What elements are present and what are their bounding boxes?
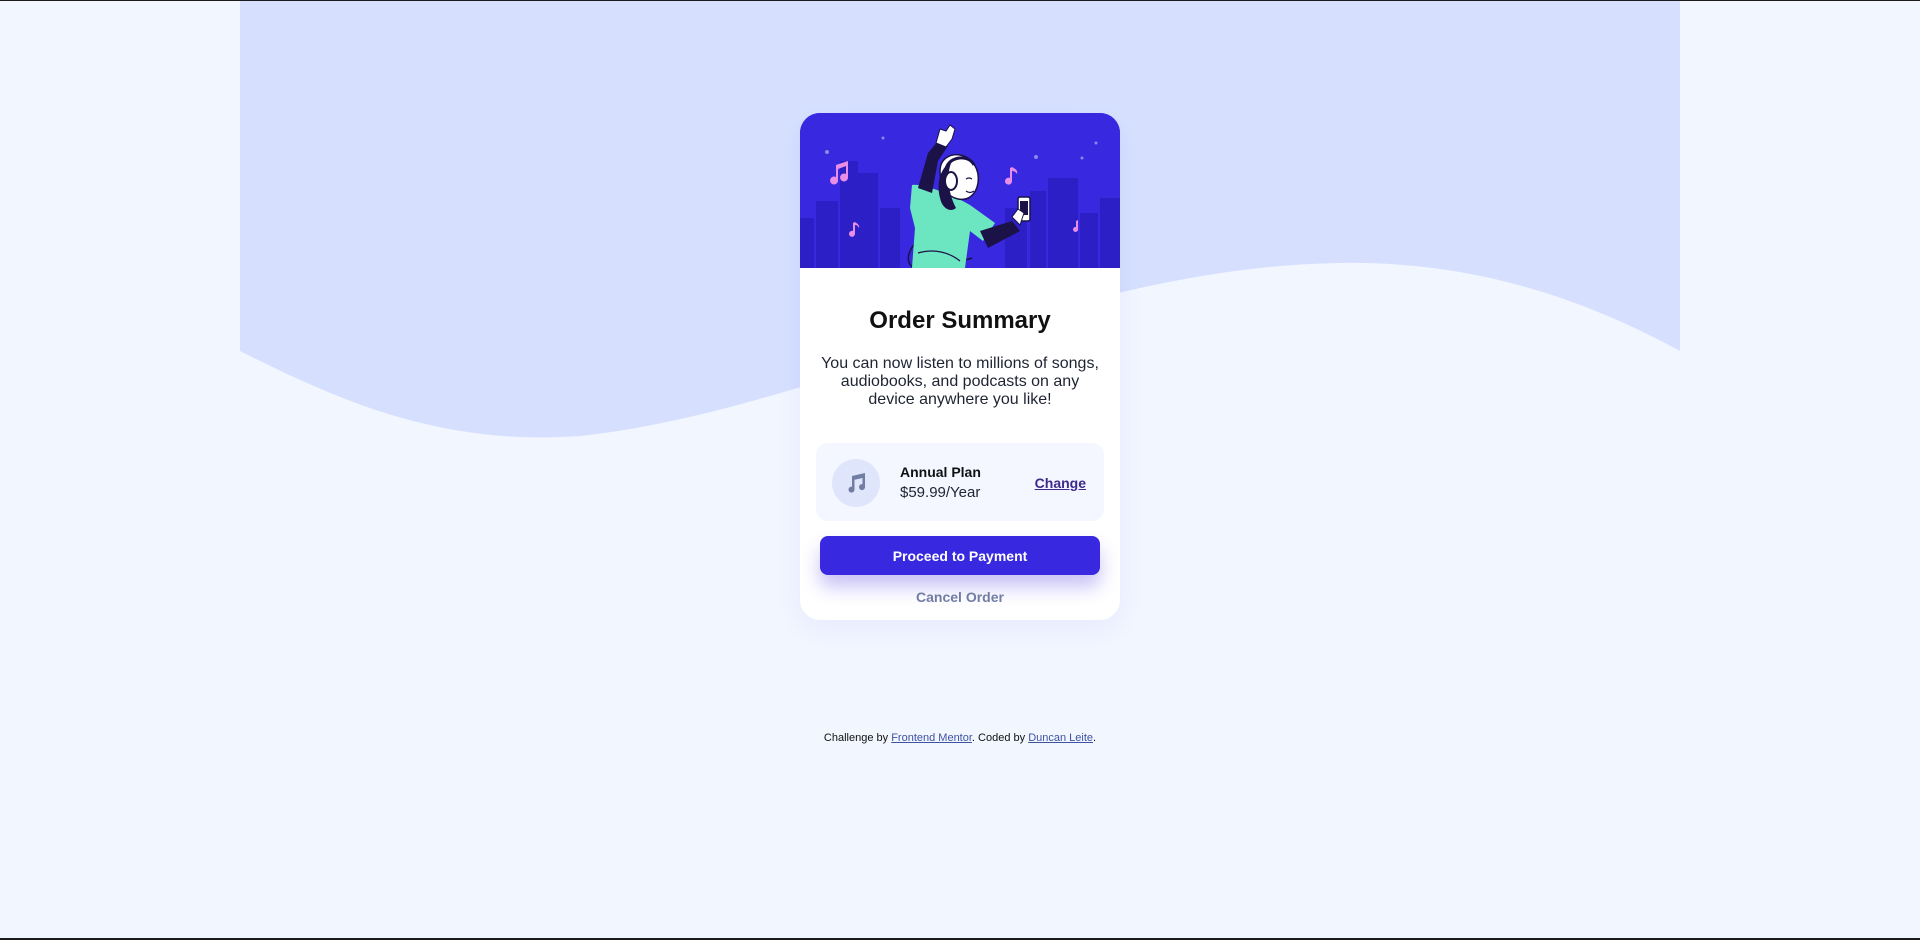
proceed-to-payment-button[interactable]: Proceed to Payment — [820, 536, 1100, 575]
attribution-middle: . Coded by — [971, 732, 1029, 744]
music-listener-illustration — [800, 113, 1120, 268]
attribution-prefix: Challenge by — [823, 732, 892, 744]
author-link[interactable]: Duncan Leite — [1028, 732, 1093, 744]
plan-price: $59.99/Year — [900, 484, 981, 501]
frontend-mentor-link[interactable]: Frontend Mentor — [891, 732, 972, 744]
hero-illustration — [800, 113, 1120, 268]
page-title: Order Summary — [869, 307, 1051, 334]
change-plan-link[interactable]: Change — [1035, 475, 1086, 491]
music-note-icon — [832, 459, 880, 507]
plan-name: Annual Plan — [900, 464, 981, 480]
order-summary-card: Order Summary You can now listen to mill… — [800, 113, 1120, 620]
attribution-suffix: . — [1093, 732, 1097, 744]
plan-summary-box: Annual Plan $59.99/Year Change — [816, 443, 1104, 521]
attribution-footer: Challenge by Frontend Mentor. Coded by D… — [0, 732, 1920, 744]
plan-description: You can now listen to millions of songs,… — [821, 355, 1099, 408]
cancel-order-button[interactable]: Cancel Order — [800, 589, 1120, 605]
